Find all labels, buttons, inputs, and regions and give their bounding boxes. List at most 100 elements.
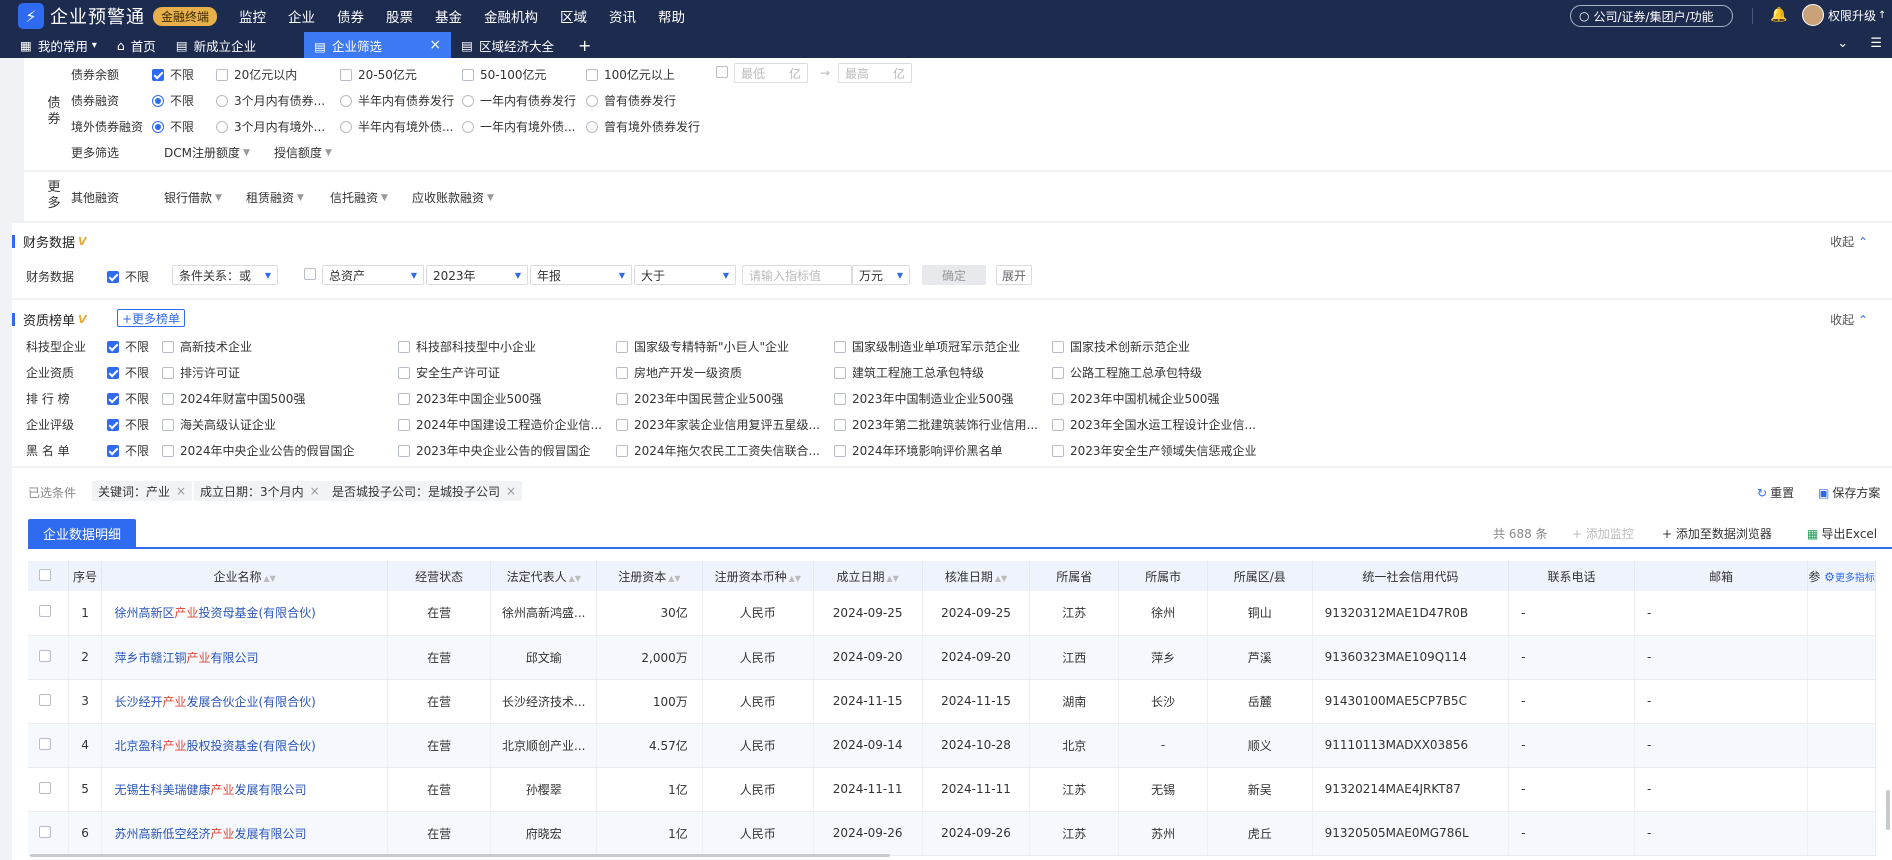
tab-regional-economy[interactable]: ▤ 区域经济大全 (451, 32, 564, 58)
table-row[interactable]: 4 北京盈科产业股权投资基金(有限合伙) 在营 北京顺创产业... 4.57亿 人民币 20… (28, 723, 1876, 768)
gear-icon[interactable]: ⚙ (1824, 570, 1835, 584)
compare-select[interactable]: 大于 ▼ (634, 265, 736, 285)
chip-lgfv[interactable]: 是否城投子公司：是城投子公司 × (326, 481, 523, 501)
qual-option[interactable]: 2023年中国制造业企业500强 (834, 390, 1013, 407)
bond-fin-opt-1[interactable]: 3个月内有债券... (216, 92, 325, 109)
nav-item-region[interactable]: 区域 (560, 6, 587, 26)
select-all-cell[interactable] (28, 561, 69, 591)
finance-collapse-button[interactable]: 收起 ⌃ (1830, 233, 1868, 250)
offshore-opt-2[interactable]: 半年内有境外债... (340, 118, 453, 135)
nav-item-stock[interactable]: 股票 (386, 6, 413, 26)
export-excel-button[interactable]: ▦ 导出Excel (1807, 525, 1877, 542)
row-select-cell[interactable] (28, 767, 69, 812)
qual-option[interactable]: 2024年中央企业公告的假冒国企 (162, 442, 355, 459)
qual-option[interactable]: 2024年财富中国500强 (162, 390, 305, 407)
add-to-browser-button[interactable]: + 添加至数据浏览器 (1662, 525, 1772, 542)
qual-option[interactable]: 建筑工程施工总承包特级 (834, 364, 984, 381)
col-capital[interactable]: 注册资本 ▲▼ (596, 561, 703, 591)
qual-option[interactable]: 不限 (107, 338, 149, 355)
terminal-badge[interactable]: 金融终端 (153, 6, 218, 26)
bond-fin-opt-0[interactable]: 不限 (152, 92, 194, 109)
bond-fin-opt-3[interactable]: 一年内有债券发行 (462, 92, 576, 109)
save-plan-button[interactable]: ▣ 保存方案 (1818, 484, 1880, 501)
qual-option[interactable]: 不限 (107, 416, 149, 433)
app-logo[interactable]: ⚡ 企业预警通 金融终端 (18, 3, 218, 29)
cell-company-name[interactable]: 徐州高新区产业投资母基金(有限合伙) (101, 591, 388, 636)
qual-option[interactable]: 2024年拖欠农民工工资失信联合... (616, 442, 820, 459)
cell-rep[interactable]: 府晓宏 (490, 811, 598, 856)
qual-option[interactable]: 2024年环境影响评价黑名单 (834, 442, 1003, 459)
close-icon[interactable]: × (429, 37, 441, 53)
cell-company-name[interactable]: 无锡生科美瑞健康产业发展有限公司 (101, 767, 388, 812)
user-menu[interactable]: 权限升级 ↑ (1802, 4, 1886, 26)
chip-found-date[interactable]: 成立日期：3个月内 × (194, 481, 326, 501)
qual-option[interactable]: 2023年家装企业信用复评五星级... (616, 416, 820, 433)
qual-option[interactable]: 海关高级认证企业 (162, 416, 276, 433)
offshore-opt-3[interactable]: 一年内有境外债... (462, 118, 575, 135)
nav-item-bond[interactable]: 债券 (337, 6, 364, 26)
tab-company-data-detail[interactable]: 企业数据明细 (28, 519, 136, 547)
col-currency[interactable]: 注册资本币种 ▲▼ (702, 561, 814, 591)
confirm-button[interactable]: 确定 (922, 265, 986, 285)
qual-option[interactable]: 2023年安全生产领域失信惩戒企业 (1052, 442, 1257, 459)
table-row[interactable]: 2 萍乡市赣江铜产业有限公司 在营 邱文瑜 2,000万 人民币 2024-09-20 202… (28, 635, 1876, 680)
close-icon[interactable]: × (506, 484, 516, 498)
dcm-quota-dropdown[interactable]: DCM注册额度 ▼ (164, 144, 250, 161)
row-select-cell[interactable] (28, 591, 69, 636)
row-select-cell[interactable] (28, 811, 69, 856)
my-common-menu[interactable]: ▦ 我的常用 ▾ (10, 32, 107, 58)
bond-balance-opt-3[interactable]: 50-100亿元 (462, 66, 547, 83)
add-tab-icon[interactable]: + (578, 36, 591, 55)
bond-fin-opt-4[interactable]: 曾有债券发行 (586, 92, 676, 109)
table-row[interactable]: 3 长沙经开产业发展合伙企业(有限合伙) 在营 长沙经济技术... 100万 人民币 202… (28, 679, 1876, 724)
settings-icon[interactable]: ☰ (1870, 36, 1882, 51)
close-icon[interactable]: × (310, 484, 320, 498)
offshore-opt-1[interactable]: 3个月内有境外... (216, 118, 325, 135)
more-list-button[interactable]: +更多榜单 (117, 309, 186, 327)
nav-item-institution[interactable]: 金融机构 (484, 6, 538, 26)
receivables-financing-dropdown[interactable]: 应收账款融资 ▼ (412, 189, 494, 206)
table-row[interactable]: 6 苏州高新低空经济产业发展有限公司 在营 府晓宏 1亿 人民币 2024-09-26 202… (28, 811, 1876, 856)
col-rep[interactable]: 法定代表人 ▲▼ (490, 561, 598, 591)
global-search[interactable]: ○ 公司/证券/集团户/功能 (1570, 5, 1733, 27)
bond-balance-unlimited[interactable]: 不限 (152, 66, 194, 83)
add-monitor-button[interactable]: + 添加监控 (1572, 525, 1634, 542)
bank-loan-dropdown[interactable]: 银行借款 ▼ (164, 189, 222, 206)
more-metrics-label[interactable]: 更多指标 (1835, 573, 1875, 584)
cell-rep[interactable]: 邱文瑜 (490, 635, 598, 680)
qual-option[interactable]: 2023年中国机械企业500强 (1052, 390, 1219, 407)
horizontal-scrollbar[interactable] (30, 854, 890, 857)
col-found[interactable]: 成立日期 ▲▼ (813, 561, 923, 591)
metric-select[interactable]: 总资产 ▼ (322, 265, 424, 285)
qual-option[interactable]: 不限 (107, 390, 149, 407)
col-name[interactable]: 企业名称 ▲▼ (101, 561, 388, 591)
nav-item-monitor[interactable]: 监控 (239, 6, 266, 26)
cell-rep[interactable]: 孙樱翠 (490, 767, 598, 812)
qual-option[interactable]: 国家技术创新示范企业 (1052, 338, 1190, 355)
bond-max-input[interactable]: 最高 亿 (838, 63, 912, 83)
table-row[interactable]: 1 徐州高新区产业投资母基金(有限合伙) 在营 徐州高新鸿盛... 30亿 人民币 2024… (28, 591, 1876, 636)
tab-home[interactable]: ⌂ 首页 (107, 32, 166, 58)
cell-rep[interactable]: 北京顺创产业... (490, 723, 598, 768)
qual-option[interactable]: 国家级制造业单项冠军示范企业 (834, 338, 1020, 355)
period-select[interactable]: 年报 ▼ (530, 265, 632, 285)
qual-option[interactable]: 2023年第二批建筑装饰行业信用... (834, 416, 1038, 433)
chevron-down-icon[interactable]: ⌄ (1837, 36, 1848, 51)
cell-company-name[interactable]: 苏州高新低空经济产业发展有限公司 (101, 811, 388, 856)
qual-option[interactable]: 高新技术企业 (162, 338, 252, 355)
qual-option[interactable]: 不限 (107, 442, 149, 459)
cell-company-name[interactable]: 北京盈科产业股权投资基金(有限合伙) (101, 723, 388, 768)
cell-company-name[interactable]: 萍乡市赣江铜产业有限公司 (101, 635, 388, 680)
bell-icon[interactable]: 🔔 (1770, 7, 1787, 23)
qual-option[interactable]: 2023年中国民营企业500强 (616, 390, 783, 407)
qual-option[interactable]: 房地产开发一级资质 (616, 364, 742, 381)
qual-option[interactable]: 2023年中央企业公告的假冒国企 (398, 442, 591, 459)
close-icon[interactable]: × (176, 484, 186, 498)
vertical-scrollbar[interactable] (1886, 790, 1890, 830)
tab-company-filter[interactable]: ▤ 企业筛选 × (304, 32, 452, 58)
nav-item-news[interactable]: 资讯 (609, 6, 636, 26)
chip-keyword[interactable]: 关键词：产业 × (92, 481, 193, 501)
bond-balance-opt-2[interactable]: 20-50亿元 (340, 66, 417, 83)
credit-quota-dropdown[interactable]: 授信额度 ▼ (274, 144, 332, 161)
col-more[interactable]: 参 ⚙更多指标 (1807, 561, 1876, 591)
